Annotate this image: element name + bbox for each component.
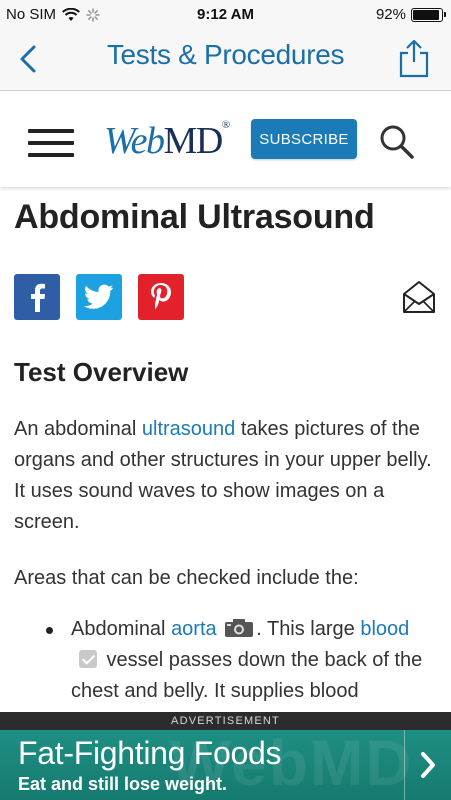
section-title: Test Overview xyxy=(14,357,189,387)
pinterest-icon xyxy=(151,283,171,309)
subscribe-button[interactable]: SUBSCRIBE xyxy=(251,119,357,159)
search-icon[interactable] xyxy=(378,123,416,161)
share-icon[interactable] xyxy=(397,38,431,78)
nav-title: Tests & Procedures xyxy=(106,39,345,70)
facebook-icon xyxy=(31,283,45,312)
list-item: Abdominal aorta . This large blood vesse… xyxy=(14,614,444,707)
battery-percent: 92% xyxy=(375,6,406,23)
twitter-share-button[interactable] xyxy=(76,274,122,320)
envelope-icon[interactable] xyxy=(402,280,436,314)
battery-icon xyxy=(411,7,446,22)
overview-paragraph: An abdominal ultrasound takes pictures o… xyxy=(14,414,439,538)
navigation-bar: Tests & Procedures xyxy=(0,30,451,91)
status-bar: No SIM 9:12 AM 92% xyxy=(0,0,451,30)
article-title: Abdominal Ultrasound xyxy=(14,198,375,236)
battery-fill xyxy=(413,9,439,20)
bullet1-prefix: Abdominal xyxy=(71,618,172,640)
ultrasound-link[interactable]: ultrasound xyxy=(142,418,235,440)
aorta-link[interactable]: aorta xyxy=(171,618,217,640)
social-share-row xyxy=(14,274,184,320)
hamburger-line xyxy=(28,153,74,157)
webmd-logo[interactable]: WebMD® xyxy=(104,119,230,163)
advertisement-label: ADVERTISEMENT xyxy=(0,712,451,730)
camera-icon[interactable] xyxy=(224,618,254,638)
twitter-icon xyxy=(84,284,114,309)
logo-web: Web xyxy=(104,120,165,162)
ad-headline: Fat-Fighting Foods xyxy=(18,735,282,771)
para1-prefix: An abdominal xyxy=(14,418,142,440)
hamburger-line xyxy=(28,129,74,133)
chevron-left-icon[interactable] xyxy=(14,42,44,76)
status-right: 92% xyxy=(375,6,446,23)
blood-link[interactable]: blood xyxy=(360,618,409,640)
hamburger-icon[interactable] xyxy=(28,129,74,157)
logo-md: MD xyxy=(163,120,224,162)
list-item-text: Abdominal aorta . This large blood vesse… xyxy=(71,614,441,707)
checkmark-icon xyxy=(79,650,97,668)
ad-arrow-button[interactable] xyxy=(404,730,451,800)
pinterest-share-button[interactable] xyxy=(138,274,184,320)
areas-paragraph: Areas that can be checked include the: xyxy=(14,567,359,589)
bullet1-mid: . This large xyxy=(256,618,361,640)
advertisement-banner[interactable]: WebMD Fat-Fighting Foods Eat and still l… xyxy=(0,730,451,800)
facebook-share-button[interactable] xyxy=(14,274,60,320)
chevron-right-icon xyxy=(421,752,435,778)
bullet-dot xyxy=(46,627,53,634)
ad-subline: Eat and still lose weight. xyxy=(18,774,228,794)
hamburger-line xyxy=(28,141,74,145)
bullet1-suffix: vessel passes down the back of the chest… xyxy=(71,649,423,702)
logo-registered: ® xyxy=(221,119,230,131)
